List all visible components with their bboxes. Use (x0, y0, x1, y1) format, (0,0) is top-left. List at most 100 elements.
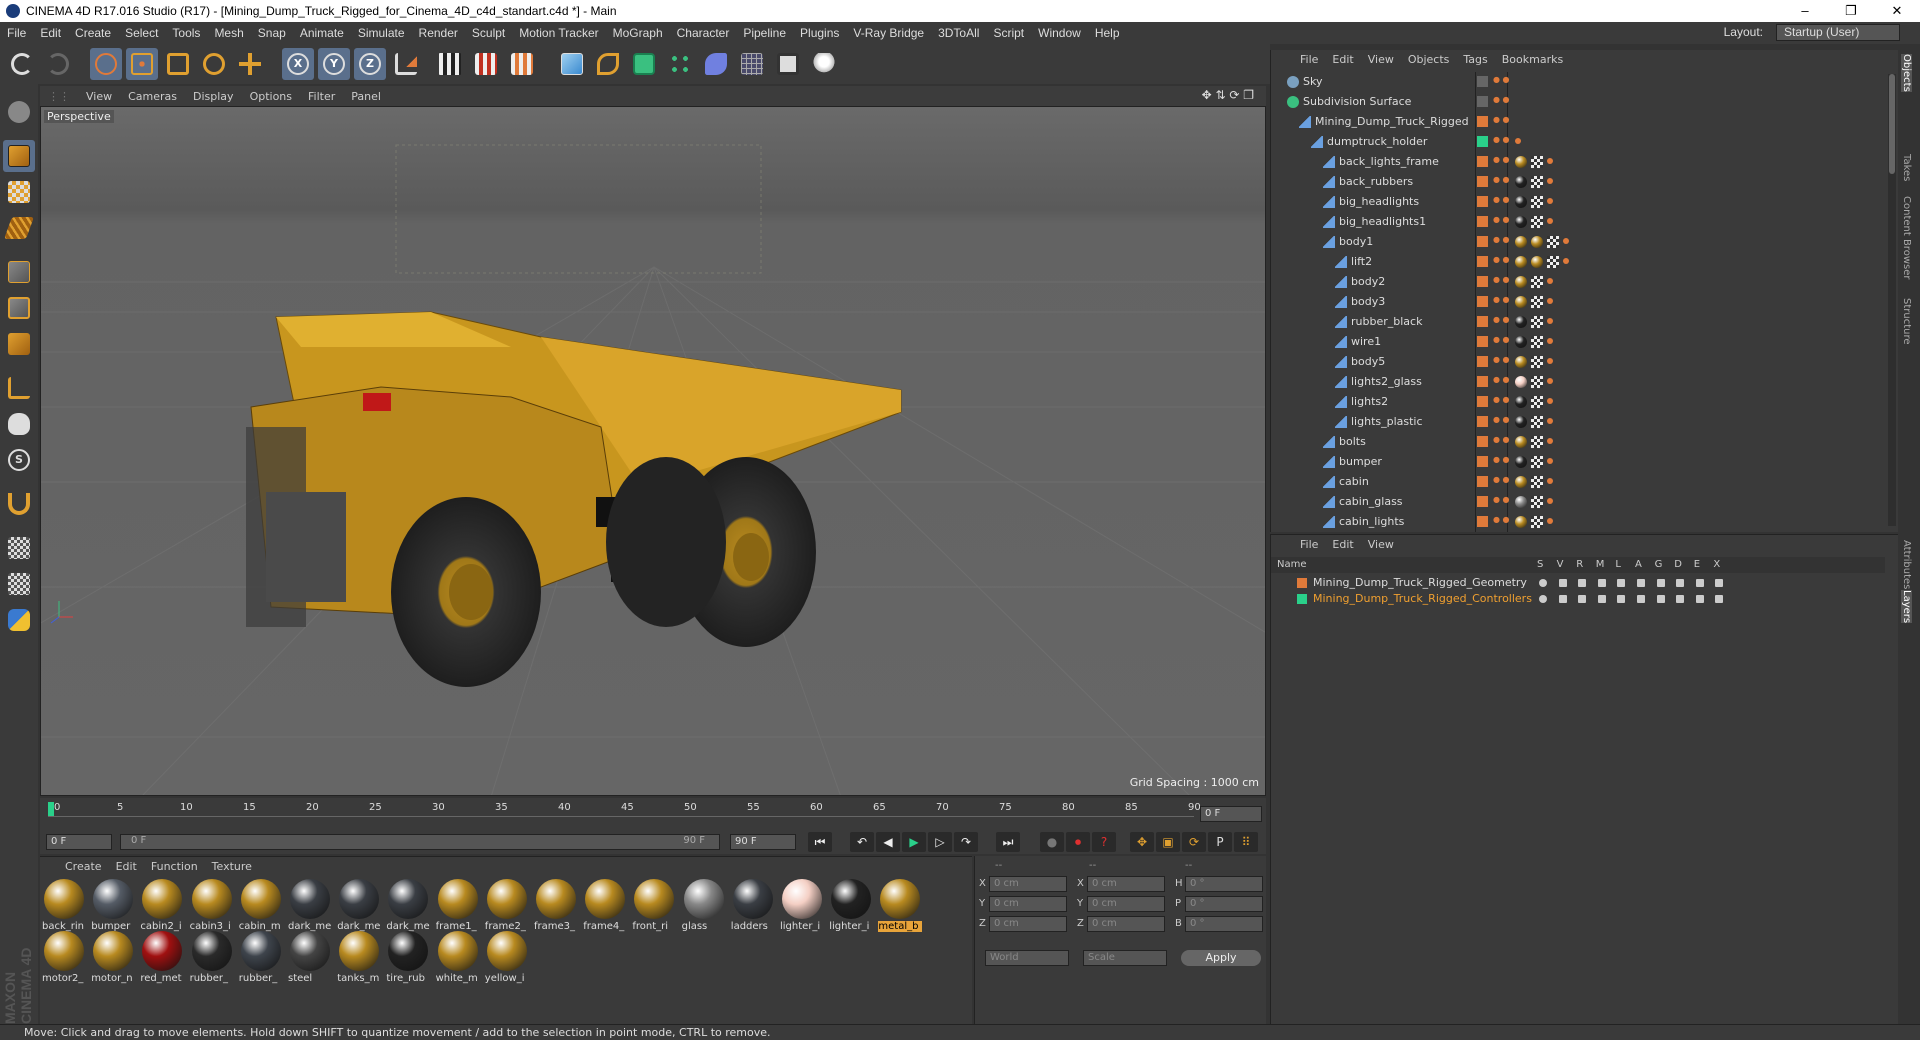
object-row[interactable]: Sky ● ● (1271, 72, 1885, 92)
material-tag-icon[interactable] (1515, 276, 1527, 288)
camera-button[interactable] (772, 48, 804, 80)
material-swatch[interactable]: yellow_i (485, 929, 529, 991)
uvw-tag-icon[interactable] (1531, 156, 1543, 168)
apply-button[interactable]: Apply (1181, 950, 1261, 966)
layer-toggle-icon[interactable] (1558, 595, 1567, 603)
3d-viewport[interactable]: Perspective Grid Spacing : 1000 cm (40, 106, 1266, 796)
material-swatch[interactable]: tanks_m (337, 929, 381, 991)
coord-value-field[interactable]: 0 cm (1087, 916, 1165, 932)
object-row[interactable]: lift2 ● ● (1271, 252, 1885, 272)
nurbs-button[interactable] (628, 48, 660, 80)
recent-tool-button[interactable] (234, 48, 266, 80)
constraint-tag-icon[interactable] (1547, 478, 1553, 484)
object-menu-view[interactable]: View (1361, 53, 1401, 66)
coord-value-field[interactable]: 0 cm (1087, 896, 1165, 912)
layout-select[interactable]: Startup (User) (1776, 24, 1900, 41)
layer-menu-file[interactable]: File (1293, 538, 1325, 551)
side-tab-takes[interactable]: Takes (1901, 154, 1912, 181)
menu-animate[interactable]: Animate (293, 26, 351, 40)
object-row[interactable]: body1 ● ● (1271, 232, 1885, 252)
object-row[interactable]: cabin_glass ● ● (1271, 492, 1885, 512)
uvw-tag-icon[interactable] (1531, 336, 1543, 348)
prev-frame-button[interactable]: ◀ (876, 832, 900, 852)
visibility-dots[interactable]: ● ● (1493, 75, 1510, 84)
material-tag-icon[interactable] (1515, 216, 1527, 228)
constraint-tag-icon[interactable] (1547, 398, 1553, 404)
menu-snap[interactable]: Snap (251, 26, 293, 40)
side-tab-attributes[interactable]: Attributes (1901, 540, 1912, 589)
object-row[interactable]: lights2 ● ● (1271, 392, 1885, 412)
prev-key-button[interactable]: ↶ (850, 832, 874, 852)
menu-mograph[interactable]: MoGraph (606, 26, 670, 40)
visibility-dots[interactable]: ● ● (1493, 315, 1510, 324)
material-tag-icon[interactable] (1531, 256, 1543, 268)
record-button[interactable]: ● (1040, 832, 1064, 852)
constraint-tag-icon[interactable] (1547, 378, 1553, 384)
object-list-scrollbar[interactable] (1888, 74, 1896, 526)
timeline-ruler[interactable]: 0 5 10 15 20 25 30 35 40 45 50 55 60 65 70 75 80 85 90 0 F (40, 798, 1266, 830)
uvw-tag-icon[interactable] (1531, 356, 1543, 368)
constraint-tag-icon[interactable] (1547, 358, 1553, 364)
auto-key-button[interactable]: ⏺ (1066, 832, 1090, 852)
deformer-button[interactable] (700, 48, 732, 80)
menu-help[interactable]: Help (1088, 26, 1127, 40)
layer-menu-edit[interactable]: Edit (1325, 538, 1360, 551)
uvw-tag-icon[interactable] (1531, 216, 1543, 228)
live-selection-button[interactable] (90, 48, 122, 80)
material-swatch[interactable]: lighter_i (829, 877, 873, 939)
size-mode-select[interactable]: Scale (1083, 950, 1167, 966)
viewport-nav-icons[interactable]: ✥ ⇅ ⟳ ❐ (1194, 88, 1262, 102)
edges-mode-button[interactable] (3, 292, 35, 324)
uvw-tag-icon[interactable] (1531, 296, 1543, 308)
goto-start-button[interactable]: ⏮ (808, 832, 832, 852)
material-tag-icon[interactable] (1515, 476, 1527, 488)
goto-end-button[interactable]: ⏭ (996, 832, 1020, 852)
material-menu-texture[interactable]: Texture (205, 860, 259, 873)
visibility-dots[interactable]: ● ● (1493, 135, 1510, 144)
render-view-button[interactable] (434, 48, 466, 80)
visibility-dots[interactable]: ● ● (1493, 455, 1510, 464)
constraint-tag-icon[interactable] (1547, 418, 1553, 424)
coord-value-field[interactable]: 0 ° (1185, 916, 1263, 932)
next-key-button[interactable]: ↷ (954, 832, 978, 852)
object-row[interactable]: bolts ● ● (1271, 432, 1885, 452)
material-menu-function[interactable]: Function (144, 860, 205, 873)
uvw-tag-icon[interactable] (1547, 256, 1559, 268)
magnet-button[interactable] (3, 488, 35, 520)
viewport-menu-filter[interactable]: Filter (300, 90, 343, 103)
uvw-tag-icon[interactable] (1531, 496, 1543, 508)
array-button[interactable] (664, 48, 696, 80)
pen-spline-button[interactable] (592, 48, 624, 80)
object-row[interactable]: lights2_glass ● ● (1271, 372, 1885, 392)
visibility-dots[interactable]: ● ● (1493, 335, 1510, 344)
object-row[interactable]: cabin ● ● (1271, 472, 1885, 492)
object-row[interactable]: body2 ● ● (1271, 272, 1885, 292)
workplane-mode-button[interactable] (3, 212, 35, 244)
material-swatch[interactable]: motor_n (91, 929, 135, 991)
coordinate-system-button[interactable] (390, 48, 422, 80)
layer-toggle-icon[interactable] (1656, 595, 1665, 603)
play-button[interactable]: ▶ (902, 832, 926, 852)
object-row[interactable]: Mining_Dump_Truck_Rigged ● ● (1271, 112, 1885, 132)
menu-v-ray-bridge[interactable]: V-Ray Bridge (846, 26, 931, 40)
scale-tool-button[interactable] (162, 48, 194, 80)
material-swatch[interactable]: white_m (436, 929, 480, 991)
material-swatch[interactable]: rubber_ (239, 929, 283, 991)
object-row[interactable]: wire1 ● ● (1271, 332, 1885, 352)
menu-select[interactable]: Select (118, 26, 165, 40)
menu-render[interactable]: Render (412, 26, 465, 40)
minimize-button[interactable]: – (1782, 0, 1828, 22)
constraint-tag-icon[interactable] (1547, 198, 1553, 204)
material-swatch[interactable]: motor2_ (42, 929, 86, 991)
key-param-button[interactable]: P (1208, 832, 1232, 852)
visibility-dots[interactable]: ● ● (1493, 215, 1510, 224)
close-button[interactable]: ✕ (1874, 0, 1920, 22)
material-swatch[interactable]: metal_b (878, 877, 923, 939)
layer-toggle-icon[interactable] (1676, 579, 1685, 587)
layer-toggle-icon[interactable] (1676, 595, 1685, 603)
object-row[interactable]: dumptruck_holder ● ● (1271, 132, 1885, 152)
menu-mesh[interactable]: Mesh (207, 26, 250, 40)
object-menu-edit[interactable]: Edit (1325, 53, 1360, 66)
layer-row[interactable]: Mining_Dump_Truck_Rigged_Controllers (1271, 591, 1885, 607)
visibility-dots[interactable]: ● ● (1493, 115, 1510, 124)
